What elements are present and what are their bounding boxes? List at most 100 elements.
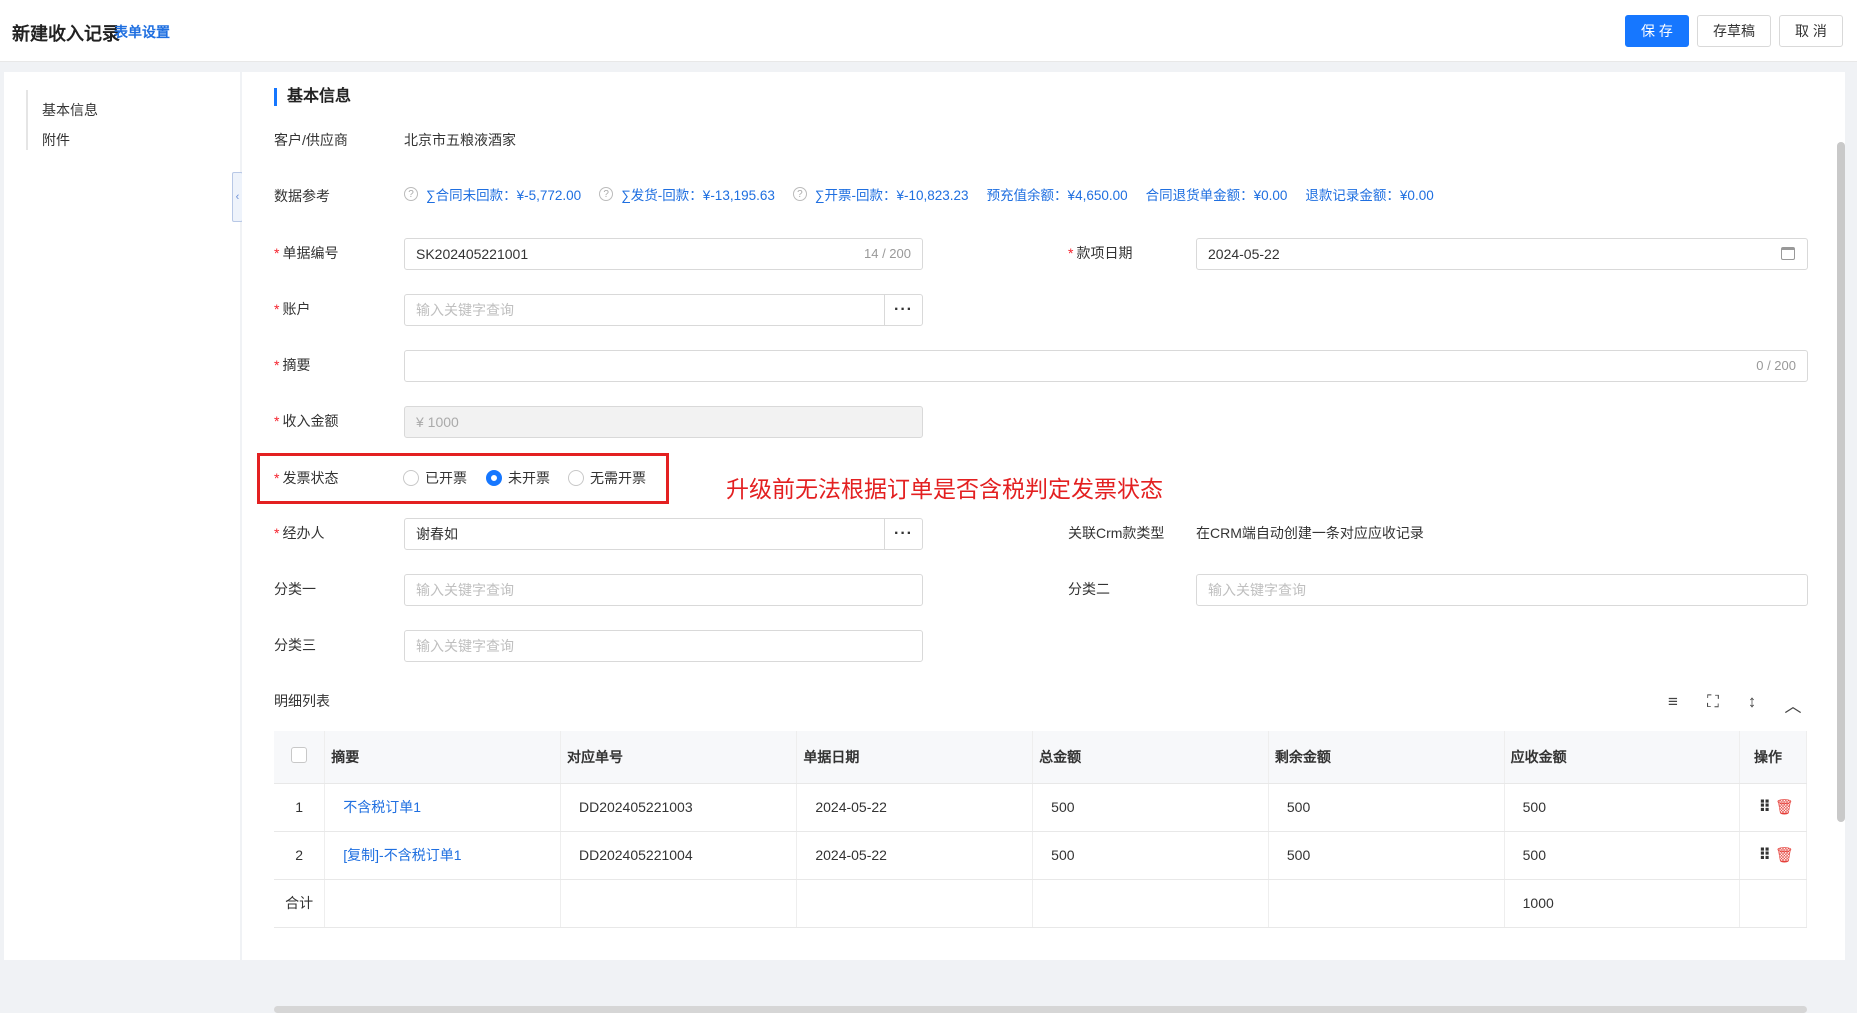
handler-input[interactable]: 谢春如 ··· (404, 518, 923, 550)
table-total-row: 合计 1000 (274, 879, 1807, 928)
category3-placeholder: 输入关键字查询 (416, 638, 514, 654)
column-header: 应收金额 (1504, 731, 1741, 784)
row-date: 2024-05-22 (796, 783, 1034, 832)
total-label: 合计 (274, 879, 326, 928)
ref-item: ∑合同未回款：¥-5,772.00 (426, 188, 582, 203)
sidebar: 基本信息 附件 (4, 72, 240, 960)
save-draft-button[interactable]: 存草稿 (1697, 15, 1771, 47)
pay-date-input[interactable]: 2024-05-22 (1196, 238, 1808, 270)
delete-icon[interactable]: 🗑 (1775, 846, 1794, 864)
ref-item: ∑开票-回款：¥-10,823.23 (814, 188, 969, 203)
column-header: 单据日期 (796, 731, 1034, 784)
handler-more-button[interactable]: ··· (884, 519, 922, 549)
row-index: 2 (274, 831, 326, 880)
save-button[interactable]: 保 存 (1625, 15, 1689, 47)
category2-label: 分类二 (1068, 581, 1110, 597)
ref-item: 退款记录金额：¥0.00 (1305, 188, 1434, 203)
calendar-icon[interactable] (1781, 247, 1795, 260)
column-header: 剩余金额 (1268, 731, 1505, 784)
cancel-button[interactable]: 取 消 (1779, 15, 1843, 47)
category1-placeholder: 输入关键字查询 (416, 582, 514, 598)
crm-type-label: 关联Crm款类型 (1068, 525, 1165, 541)
category1-label: 分类一 (274, 581, 316, 597)
category2-placeholder: 输入关键字查询 (1208, 582, 1306, 598)
sidebar-anchor-line (26, 90, 28, 150)
amount-value: ¥ 1000 (416, 414, 459, 430)
account-placeholder: 输入关键字查询 (416, 302, 514, 318)
data-ref-values: ? ∑合同未回款：¥-5,772.00 ? ∑发货-回款：¥-13,195.63 ?… (404, 184, 1448, 204)
row-remain: 500 (1268, 783, 1505, 832)
annotation-text: 升级前无法根据订单是否含税判定发票状态 (726, 477, 1163, 502)
delete-icon[interactable]: 🗑 (1775, 798, 1794, 816)
drag-handle-icon[interactable]: ⠿ (1758, 845, 1771, 865)
amount-label: * 收入金额 (274, 413, 339, 429)
row-index: 1 (274, 783, 326, 832)
row-order-no: DD202405221004 (560, 831, 798, 880)
chevron-left-icon: ‹ (235, 191, 240, 203)
section-title: 基本信息 (274, 88, 351, 106)
sidebar-item-basic-info[interactable]: 基本信息 (42, 100, 98, 120)
table-row: 1 不含税订单1 DD202405221003 2024-05-22 500 5… (274, 783, 1807, 832)
ref-item: 合同退货单金额：¥0.00 (1145, 188, 1288, 203)
account-input[interactable]: 输入关键字查询 ··· (404, 294, 923, 326)
customer-label: 客户/供应商 (274, 132, 348, 148)
account-more-button[interactable]: ··· (884, 295, 922, 325)
ref-item: 预充值余额：¥4,650.00 (986, 188, 1128, 203)
column-header: 总金额 (1032, 731, 1269, 784)
detail-table: 摘要 对应单号 单据日期 总金额 剩余金额 应收金额 操作 1 不含税订单1 D… (274, 731, 1807, 928)
table-header-row: 摘要 对应单号 单据日期 总金额 剩余金额 应收金额 操作 (274, 731, 1807, 784)
table-row: 2 [复制]-不含税订单1 DD202405221004 2024-05-22 … (274, 831, 1807, 880)
amount-input: ¥ 1000 (404, 406, 923, 438)
help-icon[interactable]: ? (792, 187, 807, 201)
row-receivable[interactable]: 500 (1504, 831, 1741, 880)
category3-input[interactable]: 输入关键字查询 (404, 630, 923, 662)
data-ref-label: 数据参考 (274, 188, 330, 204)
drag-handle-icon[interactable]: ⠿ (1758, 797, 1771, 817)
form-settings-link[interactable]: 表单设置 (114, 22, 170, 42)
handler-value: 谢春如 (416, 526, 458, 542)
row-height-icon[interactable]: ≡ (1662, 692, 1684, 712)
customer-value: 北京市五粮液酒家 (404, 132, 516, 148)
bill-no-value: SK202405221001 (416, 246, 529, 262)
category3-label: 分类三 (274, 637, 316, 653)
ref-item: ∑发货-回款：¥-13,195.63 (621, 188, 775, 203)
resize-vertical-icon[interactable]: ↕ (1741, 692, 1763, 712)
select-all-cell[interactable] (274, 731, 326, 784)
column-header: 摘要 (324, 731, 561, 784)
checkbox-icon[interactable] (291, 747, 308, 764)
category2-input[interactable]: 输入关键字查询 (1196, 574, 1808, 606)
bill-no-label: * 单据编号 (274, 245, 339, 261)
row-total: 500 (1032, 783, 1269, 832)
pay-date-label: * 款项日期 (1068, 245, 1133, 261)
row-remain: 500 (1268, 831, 1505, 880)
account-label: * 账户 (274, 301, 311, 317)
vertical-scrollbar[interactable] (1837, 142, 1845, 822)
help-icon[interactable]: ? (404, 187, 418, 201)
crm-type-value: 在CRM端自动创建一条对应应收记录 (1196, 525, 1424, 541)
detail-list-title: 明细列表 (274, 693, 330, 709)
row-summary-link[interactable]: 不含税订单1 (324, 783, 561, 832)
summary-label: * 摘要 (274, 357, 311, 373)
row-total: 500 (1032, 831, 1269, 880)
column-header: 操作 (1739, 731, 1807, 784)
summary-counter: 0 / 200 (1756, 358, 1796, 373)
row-date: 2024-05-22 (796, 831, 1034, 880)
row-order-no: DD202405221003 (560, 783, 798, 832)
bill-no-input[interactable]: SK202405221001 14 / 200 (404, 238, 923, 270)
collapse-up-icon[interactable]: ︿ (1782, 692, 1804, 717)
bill-no-counter: 14 / 200 (864, 246, 911, 261)
total-receivable: 1000 (1504, 879, 1741, 928)
page-title: 新建收入记录 (12, 24, 120, 44)
column-header: 对应单号 (560, 731, 798, 784)
annotation-highlight-box (257, 453, 669, 504)
fullscreen-icon[interactable]: ⛶ (1702, 692, 1724, 712)
handler-label: * 经办人 (274, 525, 325, 541)
help-icon[interactable]: ? (599, 187, 614, 201)
horizontal-scrollbar[interactable] (274, 1006, 1807, 1013)
sidebar-item-attachments[interactable]: 附件 (42, 130, 70, 150)
row-summary-link[interactable]: [复制]-不含税订单1 (324, 831, 561, 880)
row-receivable[interactable]: 500 (1504, 783, 1741, 832)
category1-input[interactable]: 输入关键字查询 (404, 574, 923, 606)
pay-date-value: 2024-05-22 (1208, 246, 1280, 262)
summary-input[interactable]: 0 / 200 (404, 350, 1808, 382)
